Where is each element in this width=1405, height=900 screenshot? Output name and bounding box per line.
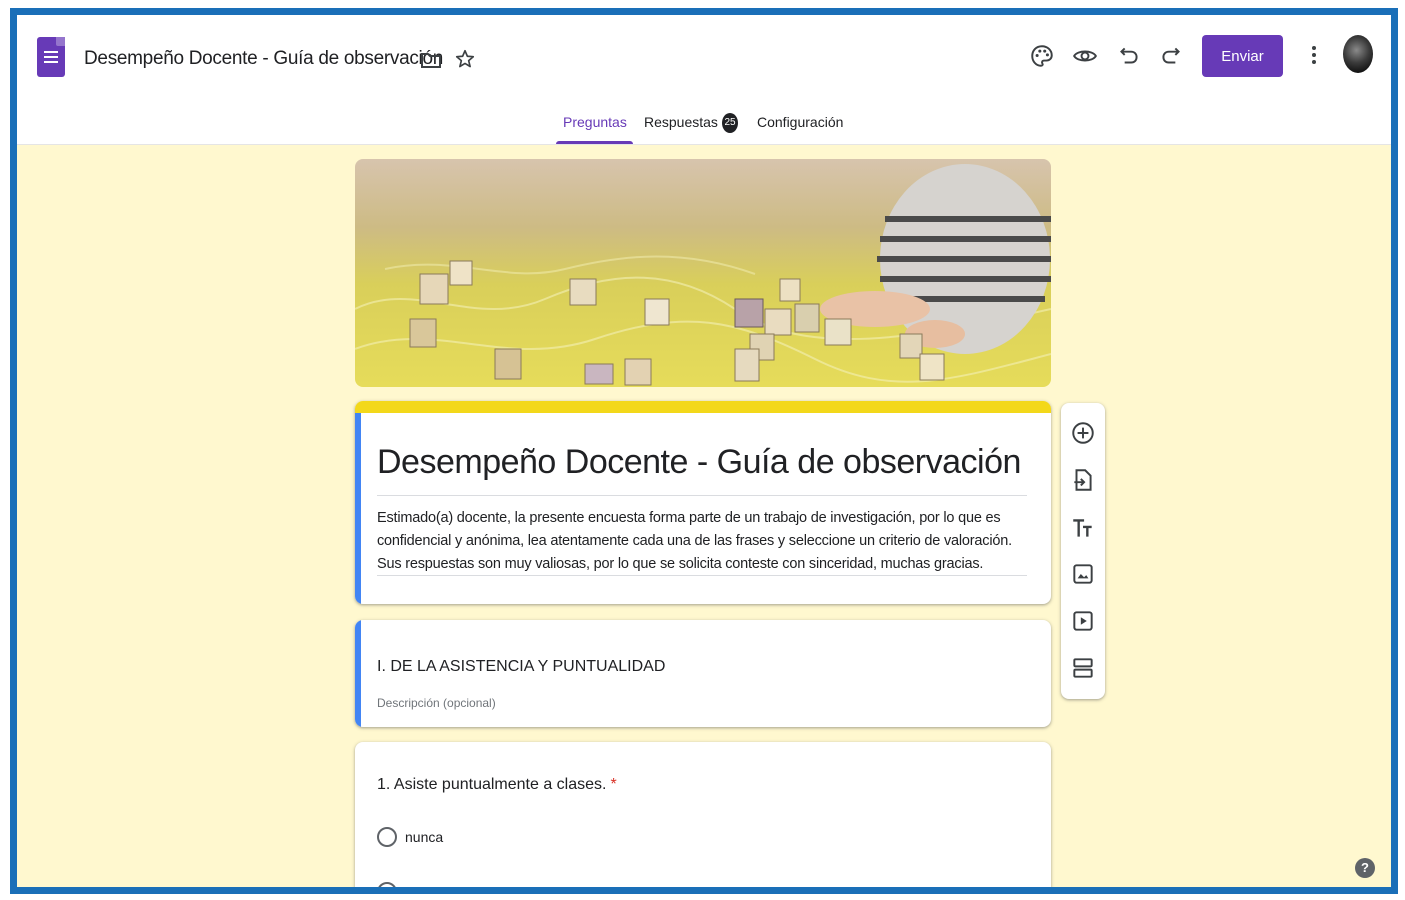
active-card-indicator — [355, 413, 361, 604]
radio-button[interactable] — [377, 827, 397, 847]
question-title: 1. Asiste puntualmente a clases. * — [377, 776, 617, 794]
avatar[interactable] — [1343, 35, 1373, 73]
theme-color-bar — [355, 401, 1051, 413]
add-section-icon[interactable] — [1070, 655, 1096, 681]
undo-icon[interactable] — [1116, 43, 1142, 69]
option-label: a veces — [405, 884, 454, 894]
section-header-card[interactable]: I. DE LA ASISTENCIA Y PUNTUALIDAD Descri… — [355, 620, 1051, 727]
tab-respuestas[interactable]: Respuestas — [644, 114, 718, 130]
option-label: nunca — [405, 829, 444, 845]
send-button[interactable]: Enviar — [1202, 35, 1283, 77]
radio-button[interactable] — [377, 882, 397, 887]
star-icon[interactable] — [454, 48, 476, 70]
divider — [377, 495, 1027, 496]
question-text: 1. Asiste puntualmente a clases. — [377, 776, 607, 793]
google-forms-logo-icon[interactable] — [37, 37, 65, 77]
palette-icon[interactable] — [1029, 43, 1055, 69]
question-card[interactable]: 1. Asiste puntualmente a clases. * nunca … — [355, 742, 1051, 894]
divider — [377, 575, 1027, 576]
tab-bar: Preguntas Respuestas 25 Configuración — [17, 111, 1391, 145]
form-description[interactable]: Estimado(a) docente, la presente encuest… — [377, 507, 1032, 576]
section-indicator — [355, 620, 361, 727]
preview-eye-icon[interactable] — [1072, 43, 1098, 69]
help-icon[interactable]: ? — [1355, 858, 1375, 878]
add-video-icon[interactable] — [1070, 608, 1096, 634]
section-description-field[interactable]: Descripción (opcional) — [377, 696, 496, 710]
section-title[interactable]: I. DE LA ASISTENCIA Y PUNTUALIDAD — [377, 658, 665, 676]
window-frame: Desempeño Docente - Guía de observación … — [10, 8, 1398, 894]
form-title-card[interactable]: Desempeño Docente - Guía de observación … — [355, 401, 1051, 604]
floating-toolbar — [1061, 403, 1105, 699]
active-tab-indicator — [556, 141, 633, 144]
redo-icon[interactable] — [1158, 43, 1184, 69]
add-question-icon[interactable] — [1070, 420, 1096, 446]
import-questions-icon[interactable] — [1070, 467, 1096, 493]
document-title[interactable]: Desempeño Docente - Guía de observación — [84, 48, 443, 70]
form-title[interactable]: Desempeño Docente - Guía de observación — [377, 443, 1021, 482]
tab-preguntas[interactable]: Preguntas — [563, 114, 627, 130]
add-image-icon[interactable] — [1070, 561, 1096, 587]
required-asterisk: * — [610, 776, 617, 793]
add-title-icon[interactable] — [1070, 515, 1096, 541]
responses-count-badge: 25 — [722, 113, 738, 133]
folder-icon[interactable] — [420, 50, 442, 70]
header-image — [355, 159, 1051, 387]
tab-configuracion[interactable]: Configuración — [757, 114, 843, 130]
app-header: Desempeño Docente - Guía de observación … — [17, 15, 1391, 145]
more-vert-icon[interactable] — [1310, 43, 1318, 67]
